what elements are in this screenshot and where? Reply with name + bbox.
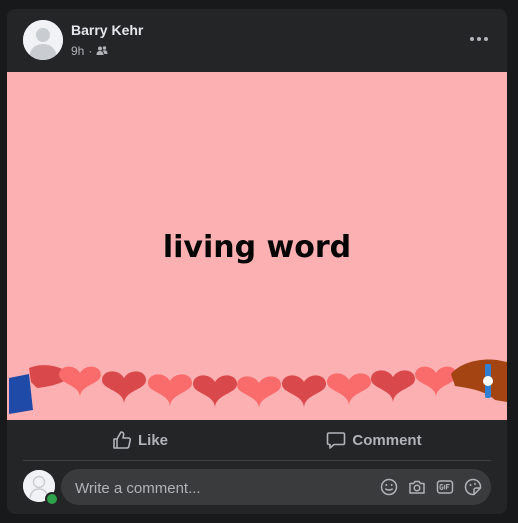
post-meta: 9h · (71, 44, 108, 58)
gif-icon[interactable] (435, 477, 455, 497)
like-label: Like (137, 431, 168, 449)
heart-garland-illustration (9, 359, 507, 414)
friends-icon[interactable] (96, 45, 108, 57)
post-actions: Like Comment (23, 420, 491, 461)
author-name[interactable]: Barry Kehr (71, 22, 143, 38)
comment-label: Comment (352, 431, 422, 449)
meta-separator: · (88, 44, 93, 58)
camera-icon[interactable] (407, 477, 427, 497)
post-time[interactable]: 9h (71, 44, 84, 58)
post-card: Barry Kehr 9h · living word Like Comment… (7, 9, 507, 514)
thumbs-up-icon (113, 431, 132, 449)
comment-composer (23, 469, 491, 507)
post-banner[interactable]: living word (7, 72, 507, 420)
current-user-avatar[interactable] (23, 470, 59, 506)
emoji-icon[interactable] (379, 477, 399, 497)
banner-text: living word (162, 230, 352, 265)
comment-input[interactable] (73, 469, 367, 507)
comment-button[interactable]: Comment (257, 420, 491, 460)
sticker-icon[interactable] (463, 477, 483, 497)
like-button[interactable]: Like (23, 420, 257, 460)
online-status-dot (45, 492, 59, 506)
speech-bubble-icon (327, 432, 346, 449)
post-header: Barry Kehr 9h · (7, 9, 507, 72)
comment-field[interactable] (61, 469, 491, 507)
author-avatar[interactable] (23, 20, 63, 60)
comment-tools (371, 477, 483, 497)
more-options-icon[interactable] (467, 29, 491, 49)
